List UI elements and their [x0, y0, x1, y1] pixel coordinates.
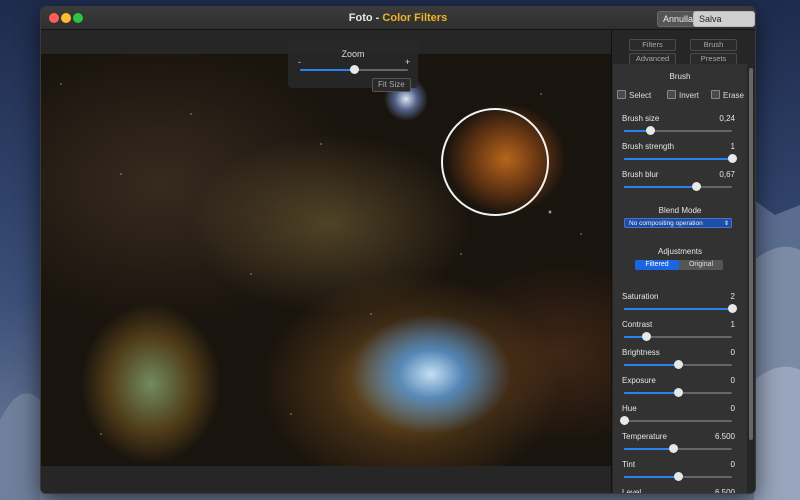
brush-blur-value: 0,67 — [719, 170, 735, 179]
brightness-value: 0 — [730, 348, 735, 357]
slider-thumb[interactable] — [668, 444, 678, 453]
title-separator: - — [372, 12, 383, 24]
slider-fill — [624, 186, 697, 188]
tab-filters[interactable]: Filters — [629, 39, 676, 51]
tint-label: Tint — [622, 460, 636, 469]
brush-strength-slider[interactable] — [624, 154, 737, 163]
brightness-slider[interactable] — [624, 360, 732, 369]
blend-mode-select[interactable]: No compositing operation ⇕ — [624, 218, 732, 228]
slider-thumb[interactable] — [674, 360, 683, 369]
hue-value: 0 — [730, 404, 735, 413]
app-window: Foto - Color Filters Annulla Salva modif… — [40, 6, 756, 494]
brush-section-title: Brush — [669, 72, 691, 81]
brush-size-slider[interactable] — [624, 126, 732, 135]
exposure-label: Exposure — [622, 376, 656, 385]
brush-strength-label: Brush strength — [622, 142, 675, 151]
slider-thumb[interactable] — [692, 182, 702, 191]
sidebar-scrollbar[interactable] — [749, 68, 753, 440]
invert-checkbox-label: Invert — [679, 91, 700, 100]
slider-thumb[interactable] — [728, 304, 737, 313]
contrast-slider[interactable] — [624, 332, 732, 341]
slider-thumb[interactable] — [674, 472, 683, 481]
brush-strength-value: 1 — [730, 142, 735, 151]
exposure-slider[interactable] — [624, 388, 732, 397]
brightness-label: Brightness — [622, 348, 660, 357]
nebula-photo[interactable] — [41, 54, 611, 466]
invert-checkbox[interactable]: Invert — [667, 90, 699, 100]
saturation-label: Saturation — [622, 292, 659, 301]
slider-fill — [624, 308, 732, 310]
contrast-label: Contrast — [622, 320, 653, 329]
temperature-label: Temperature — [622, 432, 667, 441]
title-bar: Foto - Color Filters Annulla Salva modif… — [41, 7, 755, 38]
select-checkbox-box — [617, 90, 626, 99]
slider-thumb[interactable] — [645, 126, 655, 135]
zoom-slider-fill — [300, 69, 354, 71]
zoom-panel: Zoom - + Fit Size — [288, 40, 418, 92]
saturation-value: 2 — [730, 292, 735, 301]
brush-blur-label: Brush blur — [622, 170, 659, 179]
tint-value: 0 — [730, 460, 735, 469]
erase-checkbox-box — [711, 90, 720, 99]
slider-fill — [624, 158, 732, 160]
tint-slider[interactable] — [624, 472, 732, 481]
chevron-updown-icon: ⇕ — [723, 221, 729, 227]
slider-thumb[interactable] — [674, 388, 683, 397]
erase-checkbox-label: Erase — [723, 91, 744, 100]
level-label: Level — [622, 488, 642, 493]
brush-cursor[interactable] — [441, 108, 549, 216]
level-value: 6.500 — [714, 488, 735, 493]
title-accent: Color Filters — [382, 12, 448, 24]
brush-panel: Brush Select Invert Erase Brush size 0,2… — [613, 64, 747, 493]
select-checkbox-label: Select — [629, 91, 652, 100]
saturation-slider[interactable] — [624, 304, 737, 313]
window-title: Foto - Color Filters — [41, 12, 755, 24]
slider-fill — [624, 392, 678, 394]
erase-checkbox[interactable]: Erase — [711, 90, 744, 100]
exposure-value: 0 — [730, 376, 735, 385]
hue-slider[interactable] — [620, 416, 732, 425]
original-toggle[interactable]: Original — [679, 260, 723, 270]
slider-thumb[interactable] — [728, 154, 737, 163]
hue-label: Hue — [622, 404, 637, 413]
sidebar: Filters Brush Advanced Presets Brush Sel… — [611, 30, 755, 493]
blend-mode-title: Blend Mode — [658, 206, 702, 215]
tab-brush[interactable]: Brush — [690, 39, 737, 51]
filtered-toggle[interactable]: Filtered — [635, 260, 679, 270]
zoom-label: Zoom — [341, 49, 365, 59]
slider-fill — [624, 448, 673, 450]
temperature-slider[interactable] — [624, 444, 732, 453]
title-app-name: Foto — [348, 12, 373, 24]
brush-blur-slider[interactable] — [624, 182, 732, 191]
canvas-area: Zoom - + Fit Size — [41, 30, 611, 493]
star-field — [41, 54, 611, 466]
brush-size-value: 0,24 — [719, 114, 735, 123]
adjustments-title: Adjustments — [657, 247, 703, 256]
slider-fill — [624, 476, 678, 478]
contrast-value: 1 — [730, 320, 735, 329]
zoom-slider[interactable] — [300, 65, 408, 74]
slider-thumb[interactable] — [620, 416, 629, 425]
slider-thumb[interactable] — [641, 332, 651, 341]
fit-size-button[interactable]: Fit Size — [372, 78, 411, 92]
invert-checkbox-box — [667, 90, 676, 99]
save-changes-button[interactable]: Salva modifiche — [693, 11, 755, 38]
zoom-out-label: - — [298, 57, 301, 67]
temperature-value: 6.500 — [714, 432, 735, 441]
slider-fill — [624, 364, 678, 366]
brush-size-label: Brush size — [622, 114, 660, 123]
zoom-in-label: + — [405, 57, 411, 67]
zoom-slider-thumb[interactable] — [350, 65, 359, 74]
blend-mode-value: No compositing operation — [629, 220, 703, 227]
select-checkbox[interactable]: Select — [617, 90, 651, 100]
